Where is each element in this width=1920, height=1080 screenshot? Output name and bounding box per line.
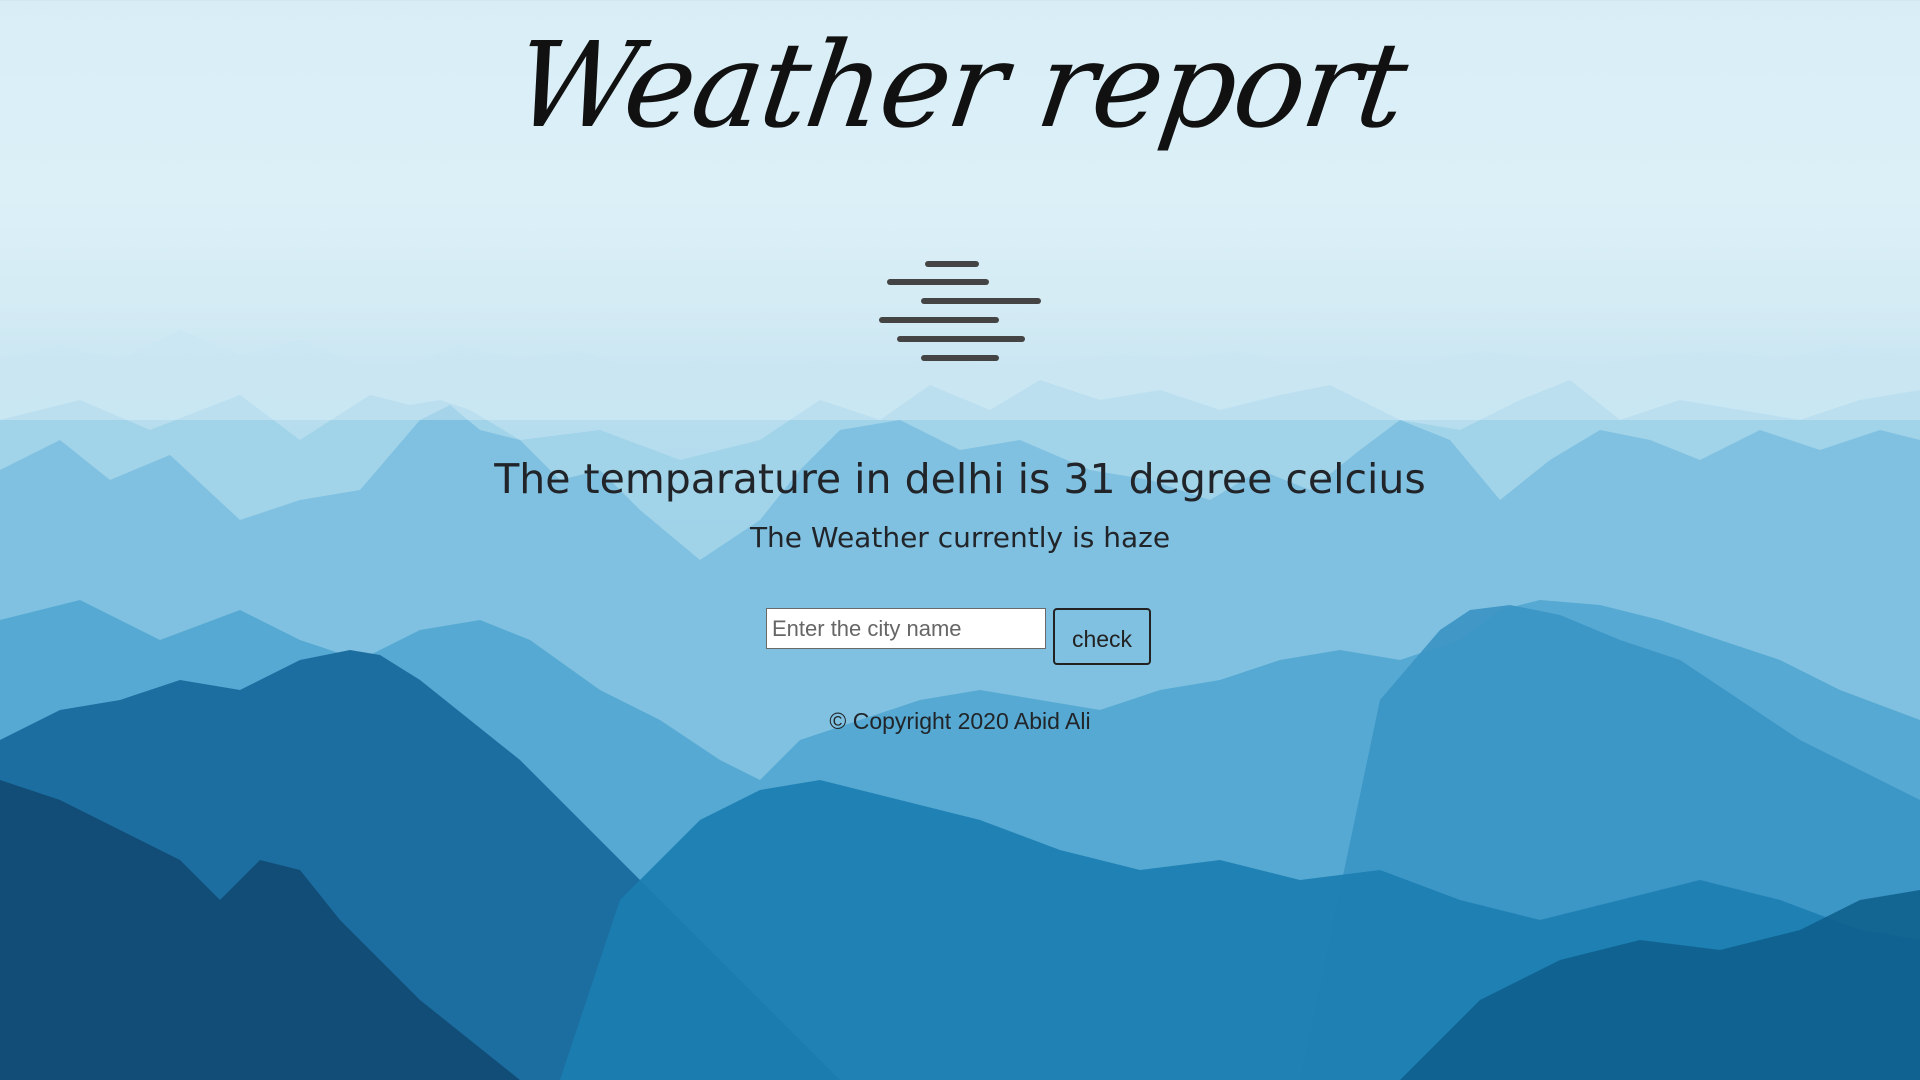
check-button[interactable]: check bbox=[1053, 608, 1151, 665]
page-title: Weather report bbox=[506, 16, 1414, 154]
condition-text: The Weather currently is haze bbox=[749, 521, 1171, 554]
haze-icon bbox=[878, 258, 1042, 366]
copyright-footer: © Copyright 2020 Abid Ali bbox=[829, 708, 1091, 734]
city-input[interactable] bbox=[766, 608, 1046, 649]
temperature-text: The temparature in delhi is 31 degree ce… bbox=[494, 455, 1426, 503]
page-content: Weather report The temparature in delhi … bbox=[0, 0, 1920, 1080]
city-search-form: check bbox=[766, 608, 1151, 665]
